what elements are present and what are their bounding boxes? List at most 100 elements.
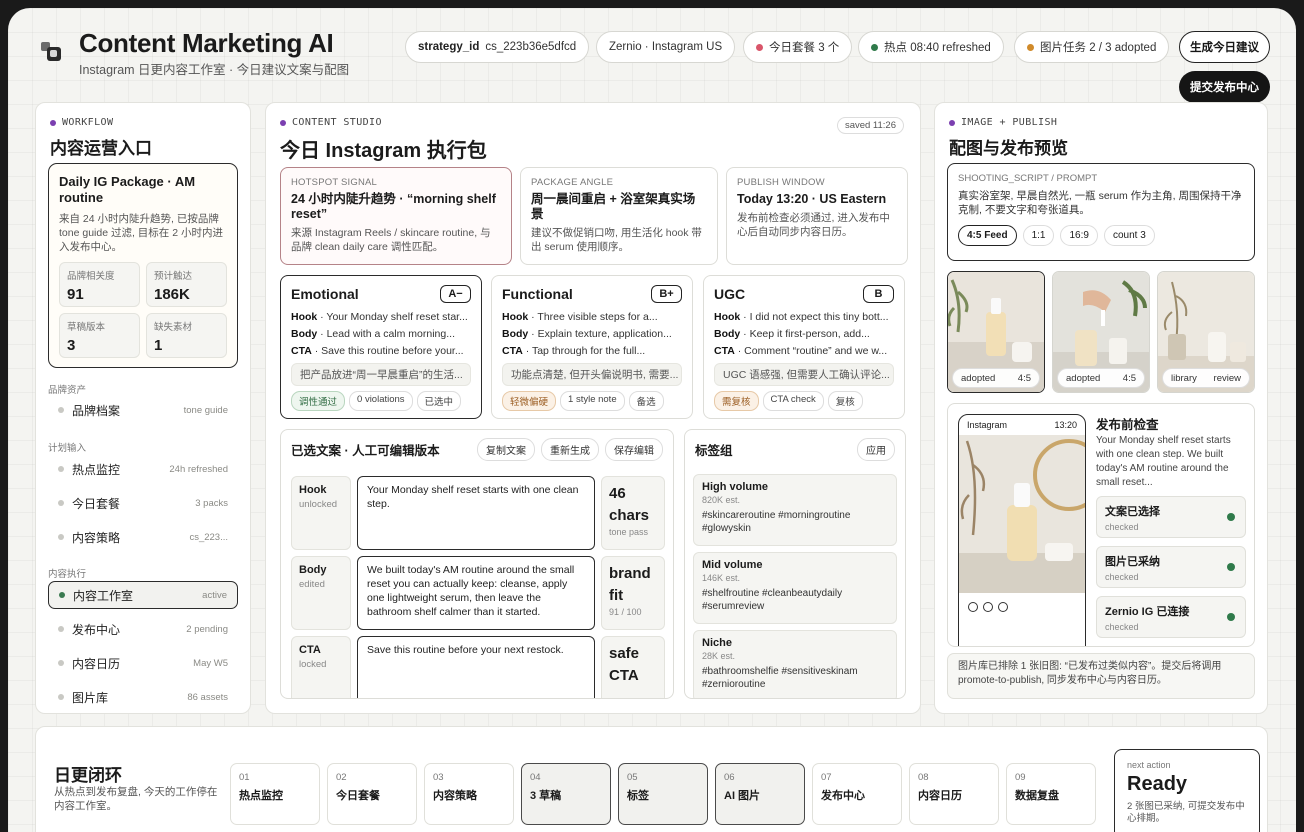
apply-hashtags-button[interactable]: 应用 [857,437,895,461]
submit-publish-button[interactable]: 提交发布中心 [1179,71,1270,103]
publish-eyebrow: IMAGE + PUBLISH [949,117,1068,128]
grade-badge: B [863,285,894,303]
loop-step-tags[interactable]: 05 标签 [618,763,708,825]
loop-title: 日更闭环 [54,766,122,785]
nav-daily-package[interactable]: 今日套餐 3 packs [48,489,238,517]
loop-step-ai-image[interactable]: 06 AI 图片 [715,763,805,825]
instagram-phone-preview: Instagram 13:20 [958,414,1086,646]
package-angle-card[interactable]: PACKAGE ANGLE 周一晨间重启 + 浴室架真实场景 建议不做促销口吻,… [520,167,718,265]
stat-draft-versions: 草稿版本 3 [59,313,140,358]
hashtag-title: 标签组 [695,443,733,458]
strategy-id-pill[interactable]: strategy_id cs_223b36e5dfcd [405,31,590,63]
workflow-eyebrow: WORKFLOW [50,117,152,128]
publish-note: 图片库已排除 1 张旧图: “已发布过类似内容”。提交后将调用 promote-… [947,653,1255,699]
prompt-card[interactable]: SHOOTING_SCRIPT / PROMPT 真实浴室架, 早晨自然光, 一… [947,163,1255,261]
post-image-icon [959,435,1085,593]
app-logo-icon [41,42,61,62]
hotspot-status-dot [871,43,878,51]
loop-step-hotspot[interactable]: 01 热点监控 [230,763,320,825]
nav-brand-file[interactable]: 品牌档案 tone guide [48,396,238,424]
grade-badge: B+ [651,285,682,303]
package-status-dot [756,43,763,51]
stat-reach: 预计触达 186K [146,262,227,307]
nav-calendar[interactable]: 内容日历 May W5 [48,649,238,677]
section-brand-assets: 品牌资产 [48,385,87,396]
loop-step-drafts[interactable]: 04 3 草稿 [521,763,611,825]
editor-row-body: Body edited We built today's AM routine a… [291,556,665,630]
nav-hotspot[interactable]: 热点监控 24h refreshed [48,455,238,483]
publish-window-card[interactable]: PUBLISH WINDOW Today 13:20 · US Eastern … [726,167,908,265]
grade-badge: A− [440,285,471,303]
studio-title: 今日 Instagram 执行包 [280,140,487,162]
save-edit-button[interactable]: 保存编辑 [605,437,663,461]
image-status-pill[interactable]: 图片任务 2 / 3 adopted [1014,31,1170,63]
image-thumb-1[interactable]: adopted 4:5 [947,271,1045,393]
loop-step-daily[interactable]: 02 今日套餐 [327,763,417,825]
saved-badge: saved 11:26 [836,117,904,134]
copy-editor: 已选文案 · 人工可编辑版本 复制文案 重新生成 保存编辑 Hook unlock… [280,429,674,699]
loop-step-publish[interactable]: 07 发布中心 [812,763,902,825]
account-pill[interactable]: Zernio · Instagram US [596,31,736,63]
copy-button[interactable]: 复制文案 [477,437,535,461]
body-textarea[interactable]: We built today's AM routine around the s… [357,556,595,630]
check-copy-selected: 文案已选择 checked [1096,496,1246,538]
package-status-label: 今日套餐 3 个 [769,42,840,54]
nav-content-studio[interactable]: 内容工作室 active [48,581,238,609]
strategy-id-value: cs_223b36e5dfcd [485,41,577,53]
hotspot-signal-card[interactable]: HOTSPOT SIGNAL 24 小时内陡升趋势 · “morning she… [280,167,512,265]
editor-title: 已选文案 · 人工可编辑版本 [291,443,440,458]
hashtag-group-high[interactable]: High volume 820K est. #skincareroutine #mo… [693,474,897,546]
phone-time: 13:20 [1054,420,1077,430]
account-label: Zernio · Instagram US [609,41,723,53]
daily-package-card[interactable]: Daily IG Package · AM routine 来自 24 小时内陡… [48,163,238,368]
generate-suggestions-button[interactable]: 生成今日建议 [1179,31,1270,63]
package-desc: 来自 24 小时内陡升趋势, 已按品牌 tone guide 过滤, 目标在 2… [59,213,223,253]
loop-step-strategy[interactable]: 03 内容策略 [424,763,514,825]
section-plan-input: 计划输入 [48,443,87,454]
carousel-dots[interactable] [959,596,1085,618]
nav-publish-center[interactable]: 发布中心 2 pending [48,615,238,643]
regenerate-button[interactable]: 重新生成 [541,437,599,461]
hook-textarea[interactable]: Your Monday shelf reset starts with one … [357,476,595,550]
strategy-id-key: strategy_id [418,41,480,53]
studio-eyebrow: CONTENT STUDIO [280,117,487,128]
phone-app-name: Instagram [967,420,1008,430]
publish-panel: IMAGE + PUBLISH 配图与发布预览 SHOOTING_SCRIPT … [934,102,1268,714]
app-window: Content Marketing AI Instagram 日更内容工作室 ·… [8,8,1296,832]
image-thumb-3[interactable]: library review [1157,271,1255,393]
package-status-pill[interactable]: 今日套餐 3 个 [743,31,853,63]
publish-title: 配图与发布预览 [949,139,1068,158]
app-subtitle: Instagram 日更内容工作室 · 今日建议文案与配图 [79,63,350,77]
editor-row-hook: Hook unlocked Your Monday shelf reset sta… [291,476,665,550]
image-thumb-2[interactable]: adopted 4:5 [1052,271,1150,393]
variant-functional[interactable]: Functional B+ Hook · Three visible steps … [491,275,693,419]
workflow-title: 内容运营入口 [50,139,152,158]
variant-emotional[interactable]: Emotional A− Hook · Your Monday shelf res… [280,275,482,419]
ratio-chip-1-1[interactable]: 1:1 [1022,225,1055,246]
nav-strategy[interactable]: 内容策略 cs_223... [48,523,238,551]
cta-textarea[interactable]: Save this routine before your next resto… [357,636,595,698]
hotspot-status-label: 热点 08:40 refreshed [884,42,991,54]
nav-image-library[interactable]: 图片库 86 assets [48,683,238,711]
check-status-dot [1227,613,1235,621]
count-chip[interactable]: count 3 [1103,225,1155,246]
variant-ugc[interactable]: UGC B Hook · I did not expect this tiny b… [703,275,905,419]
workflow-panel: WORKFLOW 内容运营入口 Daily IG Package · AM ro… [35,102,251,714]
hashtag-group-mid[interactable]: Mid volume 146K est. #shelfroutine #cleanb… [693,552,897,624]
check-account-connected: Zernio IG 已连接 checked [1096,596,1246,638]
ratio-chip-16-9[interactable]: 16:9 [1060,225,1098,246]
publish-preview: Instagram 13:20 发布前检查 Your Monday shelf r… [947,403,1255,647]
ratio-chip-4-5[interactable]: 4:5 Feed [958,225,1017,246]
app-title: Content Marketing AI [79,28,334,58]
loop-step-review[interactable]: 09 数据复盘 [1006,763,1096,825]
check-image-adopted: 图片已采纳 checked [1096,546,1246,588]
daily-loop-bar: 日更闭环 从热点到发布复盘, 今天的工作停在内容工作室。 01 热点监控 02 今日… [35,726,1268,832]
package-title: Daily IG Package · AM routine [59,174,196,205]
hashtag-group-niche[interactable]: Niche 28K est. #bathroomshelfie #sensitive… [693,630,897,698]
next-action-card[interactable]: next action Ready 2 张图已采纳, 可提交发布中心排期。 [1114,749,1260,832]
studio-panel: CONTENT STUDIO 今日 Instagram 执行包 saved 11… [265,102,921,714]
hotspot-status-pill[interactable]: 热点 08:40 refreshed [858,31,1004,63]
check-status-dot [1227,513,1235,521]
loop-step-calendar[interactable]: 08 内容日历 [909,763,999,825]
stat-missing-assets: 缺失素材 1 [146,313,227,358]
